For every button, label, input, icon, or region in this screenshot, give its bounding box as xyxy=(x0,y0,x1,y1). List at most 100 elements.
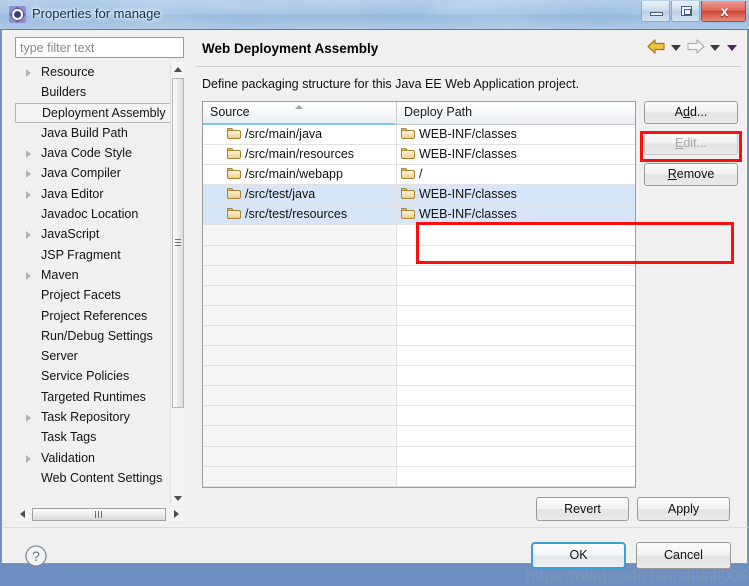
horizontal-scroll-thumb[interactable] xyxy=(32,508,166,521)
close-button[interactable]: x xyxy=(701,1,746,22)
help-question-icon[interactable]: ? xyxy=(24,544,48,568)
minimize-icon xyxy=(650,12,663,16)
table-row-empty[interactable] xyxy=(203,225,635,246)
sidebar-item-label: Project References xyxy=(41,308,148,323)
folder-icon xyxy=(227,128,241,139)
table-row[interactable]: /src/main/webapp / xyxy=(203,165,635,186)
scroll-up-button[interactable] xyxy=(171,62,184,76)
sidebar-item-targeted-runtimes[interactable]: Targeted Runtimes xyxy=(15,387,170,407)
sidebar-item-label: Server xyxy=(41,349,78,364)
column-header-deploy-path[interactable]: Deploy Path xyxy=(397,102,635,124)
filter-input[interactable] xyxy=(15,37,184,58)
sidebar-item-resource[interactable]: Resource xyxy=(15,62,170,82)
folder-icon xyxy=(401,208,415,220)
table-row-empty[interactable] xyxy=(203,305,635,326)
forward-history-chevron-down-icon[interactable] xyxy=(710,45,720,51)
table-cell-source-label: /src/test/resources xyxy=(245,207,348,222)
sidebar-item-project-references[interactable]: Project References xyxy=(15,306,170,326)
sidebar-item-service-policies[interactable]: Service Policies xyxy=(15,366,170,386)
tree-vertical-scrollbar[interactable] xyxy=(170,62,184,505)
window-titlebar[interactable]: Properties for manage x xyxy=(0,0,749,30)
table-row-empty[interactable] xyxy=(203,446,635,467)
table-row-empty[interactable] xyxy=(203,466,635,487)
scroll-down-button[interactable] xyxy=(171,491,184,505)
table-row[interactable]: /src/main/resources WEB-INF/classes xyxy=(203,145,635,166)
apply-button[interactable]: Apply xyxy=(637,497,730,521)
table-row-empty[interactable] xyxy=(203,406,635,427)
expand-arrow-icon[interactable] xyxy=(26,69,31,77)
properties-dialog: Properties for manage x Resource Builders… xyxy=(0,0,749,585)
folder-icon xyxy=(227,148,241,160)
table-row-empty[interactable] xyxy=(203,285,635,306)
table-cell-deploy-path-empty xyxy=(397,346,635,366)
table-row-empty[interactable] xyxy=(203,386,635,407)
back-arrow-icon[interactable] xyxy=(647,39,666,57)
table-cell-deploy-path-label: WEB-INF/classes xyxy=(419,207,517,222)
sidebar-item-jsp-fragment[interactable]: JSP Fragment xyxy=(15,245,170,265)
sidebar-item-builders[interactable]: Builders xyxy=(15,82,170,102)
vertical-scroll-thumb[interactable] xyxy=(172,78,184,408)
scroll-right-button[interactable] xyxy=(169,507,184,522)
sort-ascending-icon xyxy=(295,105,303,109)
expand-arrow-icon[interactable] xyxy=(26,271,31,280)
add-button[interactable]: Add... xyxy=(644,101,738,124)
table-row-empty[interactable] xyxy=(203,325,635,347)
expand-arrow-icon[interactable] xyxy=(26,231,31,240)
table-row-empty[interactable] xyxy=(203,245,635,266)
minimize-button[interactable] xyxy=(641,1,670,22)
table-cell-source-empty xyxy=(203,406,397,426)
sidebar-item-label: Javadoc Location xyxy=(41,207,139,222)
sidebar-item-server[interactable]: Server xyxy=(15,346,170,366)
sidebar-item-java-build-path[interactable]: Java Build Path xyxy=(15,123,170,143)
sidebar-item-label: Validation xyxy=(41,450,95,465)
column-header-source[interactable]: Source xyxy=(203,102,397,125)
sidebar-item-label: Java Editor xyxy=(41,186,104,201)
back-history-chevron-down-icon[interactable] xyxy=(671,45,681,51)
sidebar-item-label: Service Policies xyxy=(41,369,130,384)
sidebar-item-label: JavaScript xyxy=(41,227,100,242)
sidebar-item-task-repository[interactable]: Task Repository xyxy=(15,407,170,427)
close-icon: x xyxy=(720,3,729,19)
sidebar-item-maven[interactable]: Maven xyxy=(15,265,170,285)
sidebar-item-task-tags[interactable]: Task Tags xyxy=(15,427,170,447)
sidebar-item-project-facets[interactable]: Project Facets xyxy=(15,285,170,305)
revert-button[interactable]: Revert xyxy=(536,497,629,521)
tree-horizontal-scrollbar[interactable] xyxy=(15,507,184,522)
remove-button[interactable]: Remove xyxy=(644,163,738,186)
table-row-empty[interactable] xyxy=(203,346,635,367)
expand-arrow-icon[interactable] xyxy=(26,454,31,463)
expand-arrow-icon[interactable] xyxy=(26,170,31,179)
sidebar-item-web-content-settings[interactable]: Web Content Settings xyxy=(15,468,170,488)
table-cell-source: /src/main/java xyxy=(203,125,397,145)
view-menu-chevron-down-icon[interactable] xyxy=(727,45,737,51)
expand-arrow-icon[interactable] xyxy=(26,150,31,159)
scroll-left-button[interactable] xyxy=(15,507,30,522)
sidebar-item-javadoc-location[interactable]: Javadoc Location xyxy=(15,204,170,224)
sidebar-item-javascript[interactable]: JavaScript xyxy=(15,224,170,244)
sidebar-item-deployment-assembly[interactable]: Deployment Assembly xyxy=(15,102,176,123)
sidebar-item-java-compiler[interactable]: Java Compiler xyxy=(15,163,170,183)
table-cell-deploy-path-empty xyxy=(397,265,635,285)
table-row-empty[interactable] xyxy=(203,366,635,387)
expand-arrow-icon[interactable] xyxy=(26,190,31,199)
table-row[interactable]: /src/main/java WEB-INF/classes xyxy=(203,125,635,146)
table-cell-deploy-path: WEB-INF/classes xyxy=(397,125,635,145)
sidebar-item-java-code-style[interactable]: Java Code Style xyxy=(15,143,170,163)
sidebar-item-label: Run/Debug Settings xyxy=(41,328,153,343)
sidebar-item-java-editor[interactable]: Java Editor xyxy=(15,184,170,204)
table-row-empty[interactable] xyxy=(203,265,635,286)
sidebar-item-validation[interactable]: Validation xyxy=(15,448,170,468)
sidebar-item-label: Web Content Settings xyxy=(41,470,163,485)
table-row[interactable]: /src/test/resources WEB-INF/classes xyxy=(203,205,635,226)
table-row[interactable]: /src/test/java WEB-INF/classes xyxy=(203,185,635,206)
settings-tree[interactable]: Resource Builders Deployment Assembly Java … xyxy=(15,62,184,505)
expand-arrow-icon[interactable] xyxy=(26,414,31,423)
table-cell-source-empty xyxy=(203,386,397,406)
table-cell-source-empty xyxy=(203,346,397,366)
sidebar-item-run-debug-settings[interactable]: Run/Debug Settings xyxy=(15,326,170,346)
table-row-empty[interactable] xyxy=(203,426,635,447)
deployment-assembly-table[interactable]: Source Deploy Path /src/main/java WEB-INF… xyxy=(202,101,636,488)
maximize-button[interactable] xyxy=(671,1,700,22)
table-cell-deploy-path-empty xyxy=(397,406,635,426)
table-cell-deploy-path-label: WEB-INF/classes xyxy=(419,147,517,162)
